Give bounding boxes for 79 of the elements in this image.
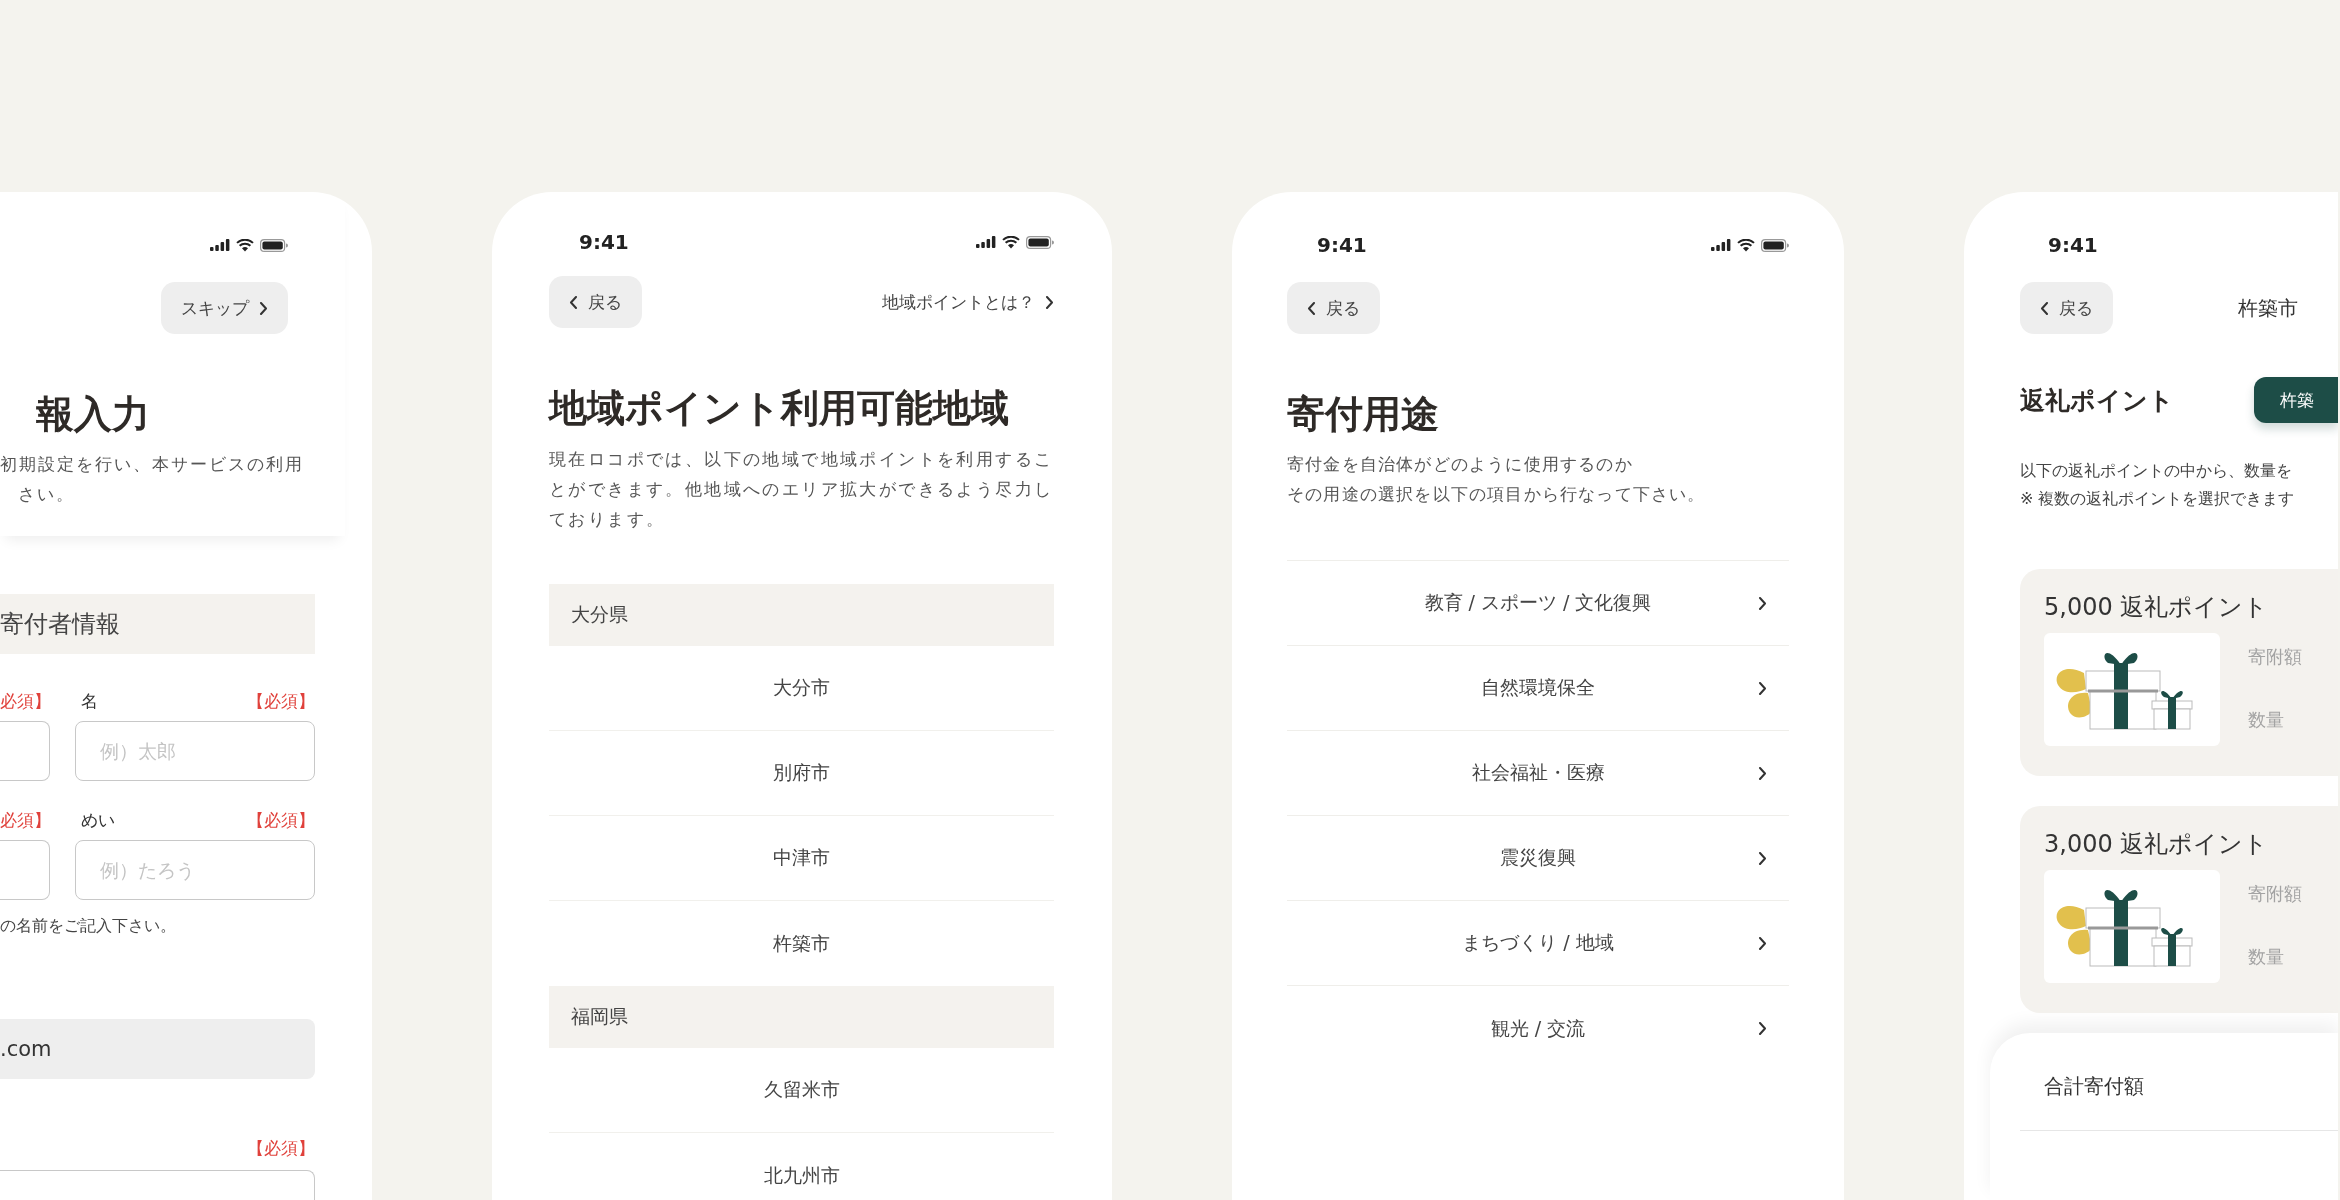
purpose-item[interactable]: 自然環境保全 — [1287, 646, 1789, 731]
input-field[interactable] — [0, 721, 50, 781]
signal-icon — [210, 239, 230, 251]
battery-icon — [1026, 235, 1054, 249]
required-label: 【必須】 — [247, 809, 315, 832]
city-button[interactable]: 杵築 — [2254, 377, 2338, 423]
city-item[interactable]: 中津市 — [549, 816, 1054, 901]
input-field[interactable] — [0, 1170, 315, 1200]
description-line: ※ 複数の返礼ポイントを選択できます — [2020, 488, 2295, 510]
purpose-item[interactable]: 社会福祉・医療 — [1287, 731, 1789, 816]
purpose-item[interactable]: 教育 / スポーツ / 文化復興 — [1287, 561, 1789, 646]
quantity-label: 数量 — [2248, 945, 2285, 969]
section-title: 返礼ポイント — [2020, 384, 2174, 417]
status-time: 9:41 — [2048, 233, 2098, 257]
offer-card[interactable]: 5,000 返礼ポイント 寄附額 数量 — [2020, 569, 2338, 776]
page-title: 報入力 — [36, 391, 151, 438]
chevron-right-icon — [259, 301, 268, 315]
description: 現在ロコポでは、以下の地域で地域ポイントを利用することができます。他地域へのエリア拡大ができるよう尽力しております。 — [549, 448, 1054, 531]
field-label: めい — [81, 809, 115, 832]
back-button[interactable]: 戻る — [549, 276, 642, 328]
chevron-right-icon — [1758, 1022, 1767, 1035]
total-label: 合計寄付額 — [2020, 1073, 2338, 1131]
page-title: 地域ポイント利用可能地域 — [549, 385, 1010, 432]
input-field[interactable]: 例）たろう — [75, 840, 315, 900]
city-item[interactable]: 杵築市 — [549, 901, 1054, 986]
purpose-item[interactable]: まちづくり / 地域 — [1287, 901, 1789, 986]
description-line: 寄付金を自治体がどのように使用するのか — [1287, 454, 1633, 476]
quantity-label: 数量 — [2248, 708, 2285, 732]
battery-icon — [1761, 238, 1789, 252]
back-button[interactable]: 戻る — [2020, 282, 2113, 334]
chevron-right-icon — [1758, 681, 1767, 695]
chevron-left-icon — [569, 295, 578, 309]
section-header: 寄付者情報 — [0, 594, 315, 654]
city-item[interactable]: 大分市 — [549, 646, 1054, 731]
purpose-item[interactable]: 震災復興 — [1287, 816, 1789, 901]
wifi-icon — [1002, 235, 1020, 249]
email-field[interactable]: .com — [0, 1019, 315, 1079]
prefecture-header: 福岡県 — [549, 986, 1054, 1048]
description-line: 初期設定を行い、本サービスの利用 — [0, 454, 304, 476]
required-label: 【必須】 — [247, 690, 315, 713]
page-title: 寄付用途 — [1287, 391, 1440, 438]
input-field[interactable] — [0, 840, 50, 900]
required-label: 必須】 — [0, 690, 50, 713]
description-line: その用途の選択を以下の項目から行なって下さい。 — [1287, 484, 1706, 506]
offer-card[interactable]: 3,000 返礼ポイント 寄附額 数量 — [2020, 806, 2338, 1013]
chevron-right-icon — [1758, 936, 1767, 950]
wifi-icon — [1737, 238, 1755, 252]
back-button[interactable]: 戻る — [1287, 282, 1380, 334]
description-line: さい。 — [17, 484, 75, 506]
input-field[interactable]: 例）太郎 — [75, 721, 315, 781]
chevron-right-icon — [1758, 851, 1767, 865]
chevron-right-icon — [1758, 766, 1767, 780]
city-item[interactable]: 別府市 — [549, 731, 1054, 816]
offer-title: 3,000 返礼ポイント — [2044, 829, 2270, 860]
chevron-left-icon — [1307, 301, 1316, 315]
battery-icon — [260, 238, 288, 252]
status-time: 9:41 — [1317, 233, 1367, 257]
wifi-icon — [236, 238, 254, 252]
purpose-item[interactable]: 観光 / 交流 — [1287, 986, 1789, 1071]
field-label: 名 — [81, 690, 98, 713]
amount-label: 寄附額 — [2248, 645, 2302, 669]
amount-label: 寄附額 — [2248, 882, 2302, 906]
city-item[interactable]: 北九州市 — [549, 1133, 1054, 1200]
note-text: の名前をご記入下さい。 — [0, 916, 177, 937]
signal-icon — [976, 236, 996, 248]
description-line: 以下の返礼ポイントの中から、数量を — [2020, 460, 2292, 482]
required-label: 必須】 — [0, 809, 50, 832]
skip-button[interactable]: スキップ — [161, 282, 288, 334]
offer-title: 5,000 返礼ポイント — [2044, 592, 2270, 623]
prefecture-header: 大分県 — [549, 584, 1054, 646]
chevron-right-icon — [1045, 295, 1054, 309]
status-time: 9:41 — [579, 230, 629, 254]
signal-icon — [1711, 239, 1731, 251]
screen-title: 杵築市 — [2238, 294, 2298, 322]
chevron-left-icon — [2040, 301, 2049, 315]
city-item[interactable]: 久留米市 — [549, 1048, 1054, 1133]
help-link[interactable]: 地域ポイントとは？ — [882, 290, 1054, 314]
chevron-right-icon — [1758, 596, 1767, 610]
required-label: 【必須】 — [247, 1137, 315, 1160]
